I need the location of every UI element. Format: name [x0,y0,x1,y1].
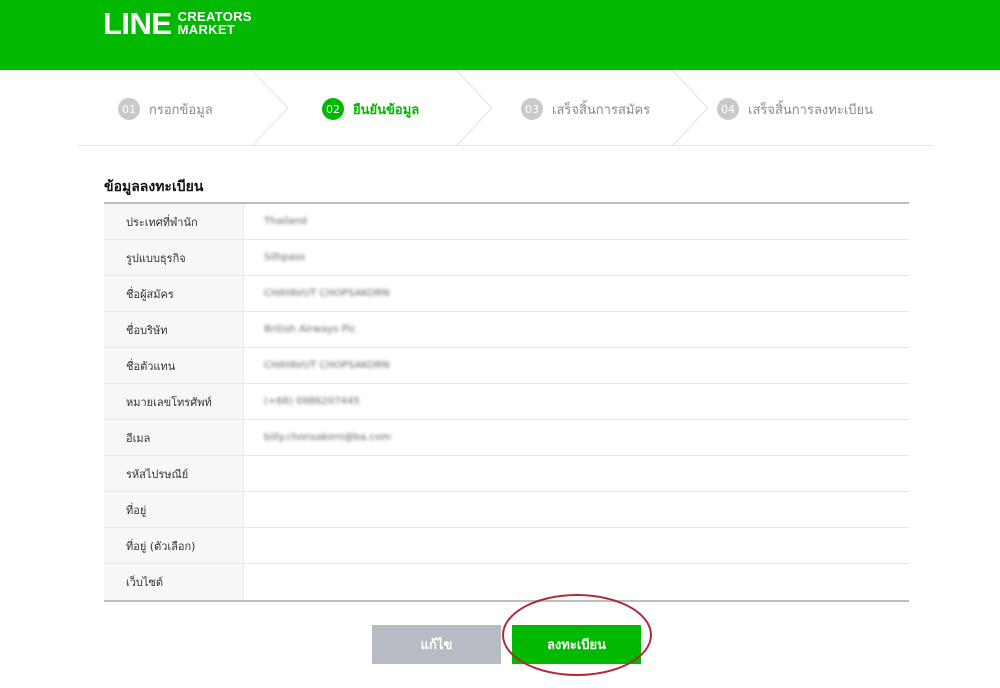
step-separator-2-icon [455,70,493,146]
step-separator-3-icon [671,70,709,146]
row-label-company-name: ชื่อบริษัท [104,312,244,347]
step-separator-1-icon [251,70,289,146]
table-row: ชื่อผู้สมัคร CHAYAVUT CHOPSAKORN [104,276,909,312]
step-2-number: 02 [322,98,344,120]
step-3-number: 03 [521,98,543,120]
row-value-email: billy.chonsakorn@ba.com [264,432,391,443]
line-creators-market-logo[interactable]: LINE CREATORS MARKET [103,8,252,40]
table-row: ประเทศที่พำนัก Thailand [104,204,909,240]
step-1: 01 กรอกข้อมูล [118,98,213,120]
step-2-label: ยืนยันข้อมูล [353,102,420,118]
step-3: 03 เสร็จสิ้นการสมัคร [521,98,650,120]
step-1-number: 01 [118,98,140,120]
table-row: หมายเลขโทรศัพท์ (+66) 0986207445 [104,384,909,420]
table-row: อีเมล billy.chonsakorn@ba.com [104,420,909,456]
row-value-address-optional [244,528,909,563]
row-value-address [244,492,909,527]
section-title: ข้อมูลลงทะเบียน [104,179,204,195]
row-label-representative: ชื่อตัวแทน [104,348,244,383]
table-row: ที่อยู่ [104,492,909,528]
row-label-address-optional: ที่อยู่ (ตัวเลือก) [104,528,244,563]
row-value-company-name: British Airways Plc [264,324,356,335]
edit-button[interactable]: แก้ไข [372,625,501,664]
row-value-representative: CHAYAVUT CHOPSAKORN [264,360,390,371]
row-label-postal-code: รหัสไปรษณีย์ [104,456,244,491]
logo-market-text: MARKET [177,22,236,37]
row-label-phone: หมายเลขโทรศัพท์ [104,384,244,419]
step-4: 04 เสร็จสิ้นการลงทะเบียน [717,98,873,120]
step-3-label: เสร็จสิ้นการสมัคร [552,102,651,118]
row-value-country: Thailand [264,216,307,227]
row-value-postal-code [244,456,909,491]
table-row: ที่อยู่ (ตัวเลือก) [104,528,909,564]
table-row: ชื่อตัวแทน CHAYAVUT CHOPSAKORN [104,348,909,384]
step-4-number: 04 [717,98,739,120]
row-label-email: อีเมล [104,420,244,455]
step-2: 02 ยืนยันข้อมูล [322,98,419,120]
app-header: LINE CREATORS MARKET [0,0,1000,70]
logo-sub-text: CREATORS MARKET [178,10,252,36]
row-value-website [244,564,909,600]
row-label-website: เว็บไซต์ [104,564,244,600]
table-row: ชื่อบริษัท British Airways Plc [104,312,909,348]
row-label-business-type: รูปแบบธุรกิจ [104,240,244,275]
row-label-country: ประเทศที่พำนัก [104,204,244,239]
table-row: รูปแบบธุรกิจ Silhpass [104,240,909,276]
row-label-address: ที่อยู่ [104,492,244,527]
register-button[interactable]: ลงทะเบียน [512,625,641,664]
row-label-applicant-name: ชื่อผู้สมัคร [104,276,244,311]
row-value-phone: (+66) 0986207445 [264,396,360,407]
table-row: รหัสไปรษณีย์ [104,456,909,492]
table-row: เว็บไซต์ [104,564,909,600]
registration-info-table: ประเทศที่พำนัก Thailand รูปแบบธุรกิจ Sil… [104,202,909,602]
row-value-applicant-name: CHAYAVUT CHOPSAKORN [264,288,390,299]
row-value-business-type: Silhpass [264,252,306,263]
logo-line-text: LINE [103,6,172,41]
step-1-label: กรอกข้อมูล [149,102,213,118]
step-4-label: เสร็จสิ้นการลงทะเบียน [748,102,874,118]
registration-stepper: 01 กรอกข้อมูล 02 ยืนยันข้อมูล 03 เสร็จสิ… [78,70,933,146]
